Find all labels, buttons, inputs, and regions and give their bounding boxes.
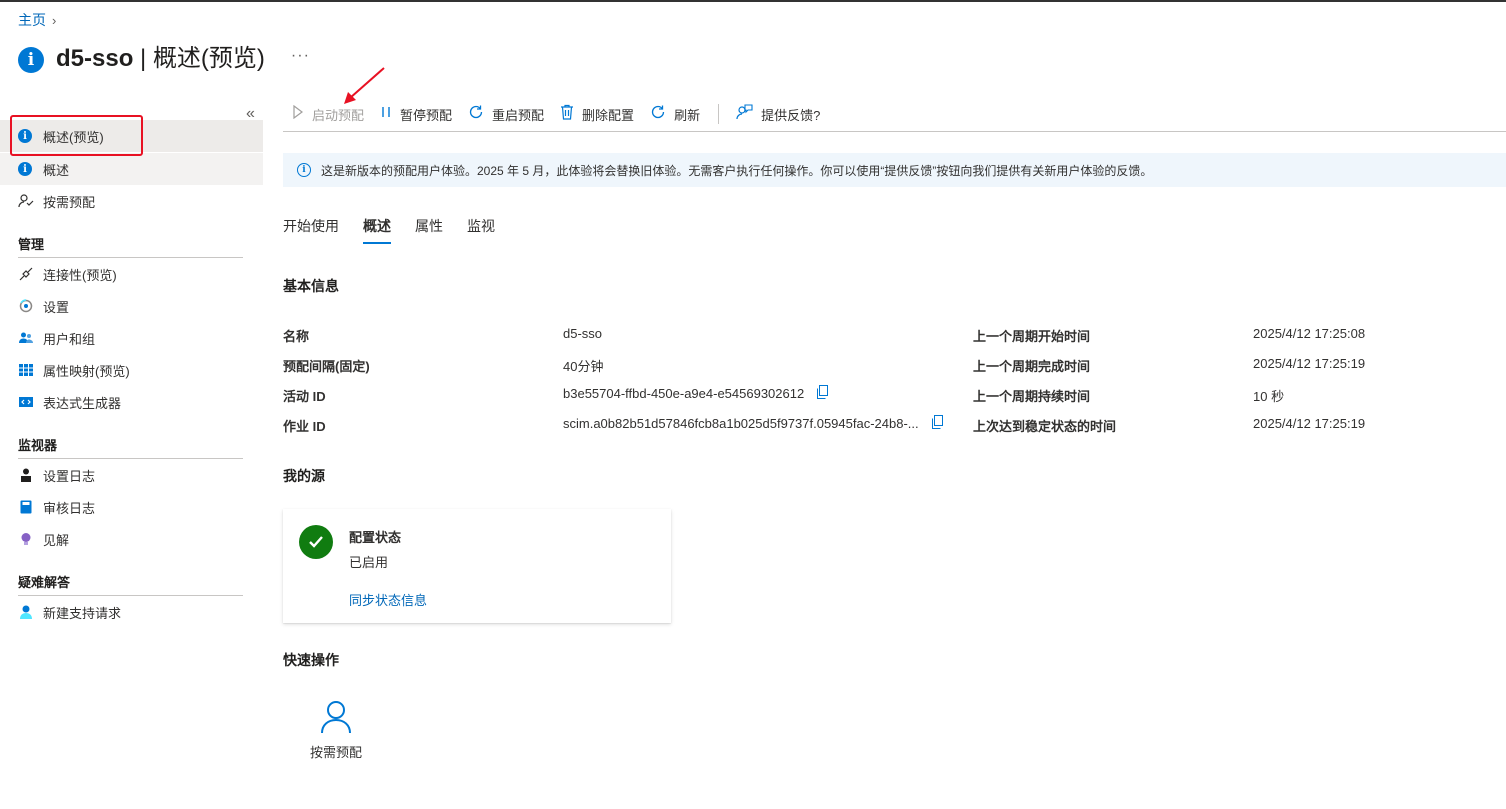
label-cycle-start: 上一个周期开始时间: [973, 329, 1091, 344]
breadcrumb: 主页 ›: [18, 10, 56, 30]
status-value: 已启用: [349, 555, 389, 570]
sidebar-section-monitor: 监视器: [18, 438, 58, 453]
value-cycle-start: 2025/4/12 17:25:08: [1253, 326, 1366, 341]
play-icon: [292, 104, 304, 123]
restart-provisioning-label: 重启预配: [492, 107, 545, 123]
label-cycle-duration: 上一个周期持续时间: [973, 389, 1091, 404]
table-icon: [18, 362, 34, 378]
refresh-label: 刷新: [674, 107, 701, 123]
pause-provisioning-label: 暂停预配: [400, 107, 453, 123]
plug-icon: [18, 266, 34, 282]
sidebar-item-label: 设置日志: [43, 468, 96, 484]
sync-status-link[interactable]: 同步状态信息: [349, 590, 427, 609]
info-banner-text: 这是新版本的预配用户体验。2025 年 5 月，此体验将会替换旧体验。无需客户执…: [321, 163, 1153, 178]
sidebar-item-label: 概述: [43, 162, 70, 178]
sidebar-section-troubleshoot: 疑难解答: [18, 575, 71, 590]
sidebar-item-expression-builder[interactable]: 表达式生成器: [0, 386, 263, 418]
divider: [283, 131, 1506, 132]
book-icon: [18, 499, 34, 515]
label-steady-state: 上次达到稳定状态的时间: [973, 419, 1117, 434]
tab-overview[interactable]: 概述: [363, 216, 391, 244]
label-job-id: 作业 ID: [283, 419, 326, 434]
delete-configuration-label: 删除配置: [582, 107, 635, 123]
pause-provisioning-button[interactable]: 暂停预配: [380, 105, 452, 124]
sidebar-item-settings[interactable]: 设置: [0, 290, 263, 322]
sidebar-item-provisioning-logs[interactable]: 设置日志: [0, 459, 263, 491]
more-options-icon[interactable]: ···: [291, 47, 310, 65]
value-cycle-complete: 2025/4/12 17:25:19: [1253, 356, 1366, 371]
restart-provisioning-button[interactable]: 重启预配: [468, 104, 544, 124]
sidebar-item-attribute-mapping[interactable]: 属性映射(预览): [0, 354, 263, 386]
sidebar-item-audit-logs[interactable]: 审核日志: [0, 491, 263, 523]
sidebar-item-users-groups[interactable]: 用户和组: [0, 322, 263, 354]
tab-properties[interactable]: 属性: [415, 216, 443, 244]
info-icon: i: [297, 163, 311, 177]
breadcrumb-separator: ›: [52, 12, 57, 28]
info-icon: i: [18, 46, 44, 73]
value-interval: 40分钟: [563, 359, 604, 374]
value-steady-state: 2025/4/12 17:25:19: [1253, 416, 1366, 431]
label-interval: 预配间隔(固定): [283, 359, 370, 374]
support-icon: [18, 604, 34, 620]
sidebar-item-connectivity[interactable]: 连接性(预览): [0, 258, 263, 290]
feedback-label: 提供反馈?: [761, 107, 821, 123]
sidebar-item-label: 见解: [43, 532, 70, 548]
person-log-icon: [18, 467, 34, 483]
label-name: 名称: [283, 329, 310, 344]
tab-monitor[interactable]: 监视: [467, 216, 495, 244]
section-title-my-source: 我的源: [283, 468, 325, 484]
users-icon: [18, 330, 34, 346]
refresh-button[interactable]: 刷新: [650, 104, 700, 124]
sidebar-item-new-support-request[interactable]: 新建支持请求: [0, 596, 263, 628]
feedback-button[interactable]: 提供反馈?: [735, 104, 820, 124]
sidebar-item-label: 按需预配: [43, 194, 96, 210]
status-card: 配置状态 已启用 同步状态信息: [283, 509, 671, 623]
sidebar-item-label: 连接性(预览): [43, 267, 117, 283]
feedback-icon: [735, 104, 753, 124]
tab-bar: 开始使用 概述 属性 监视: [283, 216, 519, 244]
quick-action-label: 按需预配: [309, 745, 362, 760]
person-icon: [321, 701, 351, 734]
section-title-basic-info: 基本信息: [283, 278, 339, 294]
page-header: i d5-sso | 概述(预览) ···: [18, 38, 310, 73]
restart-icon: [468, 104, 484, 124]
value-name: d5-sso: [563, 326, 603, 341]
sidebar-item-label: 设置: [43, 299, 70, 315]
section-title-quick-actions: 快速操作: [283, 652, 339, 668]
sidebar-item-overview[interactable]: i 概述: [0, 153, 263, 185]
delete-configuration-button[interactable]: 删除配置: [560, 104, 634, 124]
sidebar-item-provision-on-demand[interactable]: 按需预配: [0, 185, 263, 217]
value-job-id: scim.a0b82b51d57846fcb8a1b025d5f9737f.05…: [563, 416, 919, 431]
settings-icon: [18, 298, 34, 314]
tab-get-started[interactable]: 开始使用: [283, 216, 339, 244]
sidebar-item-label: 属性映射(预览): [43, 363, 130, 379]
page-title: d5-sso | 概述(预览): [56, 45, 265, 72]
info-banner: i 这是新版本的预配用户体验。2025 年 5 月，此体验将会替换旧体验。无需客…: [283, 153, 1506, 187]
arrow-annotation: [344, 67, 385, 104]
copy-icon[interactable]: [816, 385, 828, 399]
code-icon: [18, 394, 34, 410]
highlight-annotation: [10, 115, 143, 156]
toolbar-divider: [718, 104, 720, 124]
sidebar-item-label: 审核日志: [43, 500, 96, 516]
sidebar-item-label: 表达式生成器: [43, 395, 122, 411]
breadcrumb-home-link[interactable]: 主页: [18, 10, 46, 30]
label-cycle-complete: 上一个周期完成时间: [973, 359, 1091, 374]
sidebar-section-manage: 管理: [18, 237, 45, 252]
trash-icon: [560, 104, 574, 124]
checkmark-icon: [299, 525, 333, 559]
info-icon: i: [18, 162, 32, 176]
refresh-icon: [650, 104, 666, 124]
value-cycle-duration: 10 秒: [1253, 389, 1285, 404]
value-activity-id: b3e55704-ffbd-450e-a9e4-e54569302612: [563, 386, 805, 401]
quick-action-provision-on-demand[interactable]: 按需预配: [300, 700, 372, 761]
sidebar-item-label: 用户和组: [43, 331, 96, 347]
label-activity-id: 活动 ID: [283, 389, 326, 404]
provision-icon: [18, 193, 34, 209]
sidebar-item-label: 新建支持请求: [43, 605, 122, 621]
sidebar-item-insights[interactable]: 见解: [0, 523, 263, 555]
copy-icon[interactable]: [931, 415, 943, 429]
lightbulb-icon: [18, 531, 34, 547]
card-title: 配置状态: [349, 530, 402, 545]
